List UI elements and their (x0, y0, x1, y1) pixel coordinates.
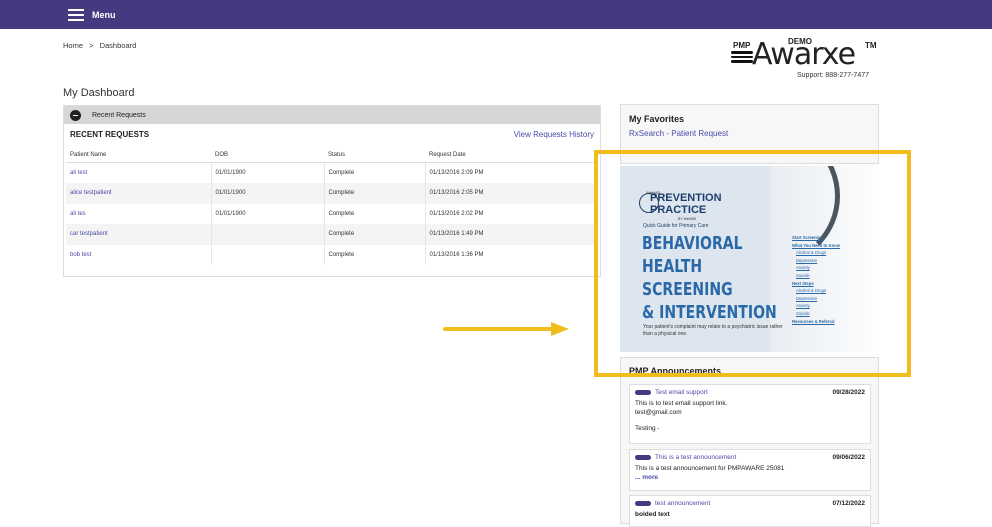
patient-name-link[interactable]: ali tes (70, 211, 86, 217)
recent-requests-header: Recent Requests (64, 106, 600, 124)
status-cell: Complete (324, 162, 426, 183)
brand-by: BY WebMD (678, 217, 697, 221)
dob-cell: 01/01/1900 (211, 183, 325, 204)
promo-link[interactable]: Alcohol & Drugs (792, 249, 840, 257)
request-date-cell: 01/13/2016 1:49 PM (425, 224, 595, 245)
promo-description: Your patient's complaint may relate to a… (643, 324, 783, 337)
headline-line: BEHAVIORAL (642, 233, 743, 254)
promo-link[interactable]: Depression (792, 295, 840, 303)
announcement-body-line: This is to test email support link. (635, 400, 728, 407)
recent-requests-panel: Recent Requests RECENT REQUESTS View Req… (63, 105, 601, 277)
support-phone: Support: 888-277-7477 (797, 72, 869, 79)
view-requests-history-link[interactable]: View Requests History (514, 130, 594, 146)
table-row: alice testpatient 01/01/1900 Complete 01… (66, 183, 595, 204)
favorites-panel: My Favorites RxSearch - Patient Request (620, 104, 879, 164)
promo-link[interactable]: Suicide (792, 310, 840, 318)
table-row: car testpatient Complete 01/13/2016 1:49… (66, 224, 595, 245)
announcement-date: 07/12/2022 (832, 500, 865, 507)
status-cell: Complete (324, 183, 426, 204)
recent-requests-title: RECENT REQUESTS (70, 130, 150, 139)
announcement-card: test announcement 07/12/2022 bolded text (629, 495, 871, 527)
promo-headline: BEHAVIORAL HEALTH SCREENING & INTERVENTI… (642, 232, 777, 324)
promo-guide-text: Quick Guide for Primary Care (643, 223, 709, 229)
table-row: bob test Complete 01/13/2016 1:36 PM (66, 244, 595, 265)
announcement-date: 09/06/2022 (832, 454, 865, 461)
announcements-title: PMP Announcements (629, 366, 722, 376)
top-navbar: Menu (0, 0, 992, 29)
promo-link[interactable]: Suicide (792, 272, 840, 280)
brand-line-1: PREVENTION (650, 192, 722, 204)
patient-name-link[interactable]: bob test (70, 252, 91, 258)
patient-name-link[interactable]: car testpatient (70, 231, 108, 237)
announcement-badge (635, 390, 651, 395)
status-cell: Complete (324, 244, 426, 265)
announcement-date: 09/28/2022 (832, 389, 865, 396)
menu-label: Menu (92, 9, 116, 20)
breadcrumb-current[interactable]: Dashboard (100, 41, 137, 50)
announcement-more-link[interactable]: ... more (635, 474, 865, 482)
promo-links-list: Start Screening What You Need to Know Al… (792, 234, 840, 325)
hamburger-icon (68, 8, 84, 21)
pointer-arrow-icon (443, 322, 569, 336)
announcement-card: Test email support 09/28/2022 This is to… (629, 384, 871, 444)
promo-link[interactable]: Depression (792, 257, 840, 265)
recent-requests-table: Patient Name DOB Status Request Date ali… (66, 146, 595, 265)
status-cell: Complete (324, 203, 426, 224)
favorite-link-rxsearch[interactable]: RxSearch - Patient Request (629, 129, 870, 138)
logo-pmp-text: PMP (733, 41, 751, 50)
table-row: ali tes 01/01/1900 Complete 01/13/2016 2… (66, 203, 595, 224)
request-date-cell: 01/13/2016 2:05 PM (425, 183, 595, 204)
column-header-patient-name: Patient Name (66, 146, 211, 163)
announcement-body-line: test@gmail.com (635, 409, 682, 416)
breadcrumb: Home > Dashboard (63, 41, 136, 50)
column-header-status: Status (324, 146, 425, 163)
breadcrumb-home[interactable]: Home (63, 41, 83, 50)
dob-cell: 01/01/1900 (211, 203, 325, 224)
dob-cell: 01/01/1900 (211, 162, 325, 183)
logo-stripes-icon (731, 51, 753, 65)
menu-button[interactable]: Menu (68, 7, 116, 22)
request-date-cell: 01/13/2016 2:02 PM (429, 210, 484, 217)
behavioral-health-promo-banner[interactable]: WebMD PREVENTION PRACTICE BY WebMD Quick… (620, 166, 879, 352)
dob-cell (211, 244, 325, 265)
announcement-badge (635, 455, 651, 460)
logo-name: Awarxe (752, 37, 856, 72)
page-title: My Dashboard (63, 87, 135, 99)
promo-link[interactable]: Resources & Referral (792, 318, 840, 326)
announcement-subject-link[interactable]: This is a test announcement (655, 454, 736, 461)
announcement-subject-link[interactable]: Test email support (655, 389, 708, 396)
announcement-body-line: Testing - (635, 425, 660, 432)
request-date-cell: 01/13/2016 2:09 PM (429, 170, 484, 176)
favorites-title: My Favorites (629, 114, 685, 124)
promo-link[interactable]: Anxiety (792, 264, 840, 272)
headline-line: SCREENING (642, 279, 733, 300)
announcement-badge (635, 501, 651, 506)
promo-link[interactable]: Anxiety (792, 302, 840, 310)
table-row: ali test 01/01/1900 Complete 01/13/2016 … (66, 162, 595, 183)
logo-tm: TM (865, 41, 877, 50)
patient-name-link[interactable]: alice testpatient (70, 190, 112, 196)
announcement-body-line: This is a test announcement for PMPAWARE… (635, 465, 785, 472)
collapse-icon[interactable] (70, 109, 81, 121)
announcement-card: This is a test announcement 09/06/2022 T… (629, 449, 871, 491)
headline-line: & INTERVENTION (642, 302, 777, 323)
breadcrumb-separator: > (89, 41, 94, 50)
announcement-body-line: bolded text (635, 511, 670, 518)
recent-requests-panel-label: Recent Requests (92, 111, 146, 119)
patient-name-link[interactable]: ali test (70, 170, 87, 176)
promo-link[interactable]: What You Need to Know (792, 242, 840, 250)
promo-link[interactable]: Start Screening (792, 234, 840, 242)
status-cell: Complete (324, 224, 426, 245)
dob-cell (211, 224, 325, 245)
column-header-dob: DOB (211, 146, 324, 163)
announcements-panel: PMP Announcements Test email support 09/… (620, 357, 879, 527)
request-date-cell: 01/13/2016 1:36 PM (429, 251, 484, 258)
brand-line-2: PRACTICE (650, 204, 707, 216)
column-header-request-date: Request Date (425, 146, 595, 163)
headline-line: HEALTH (642, 256, 703, 277)
pmp-awarxe-logo: PMP DEMO Awarxe TM (727, 37, 879, 70)
promo-link[interactable]: Alcohol & Drugs (792, 287, 840, 295)
announcement-subject-link[interactable]: test announcement (655, 500, 710, 507)
promo-link[interactable]: Next Steps (792, 280, 840, 288)
